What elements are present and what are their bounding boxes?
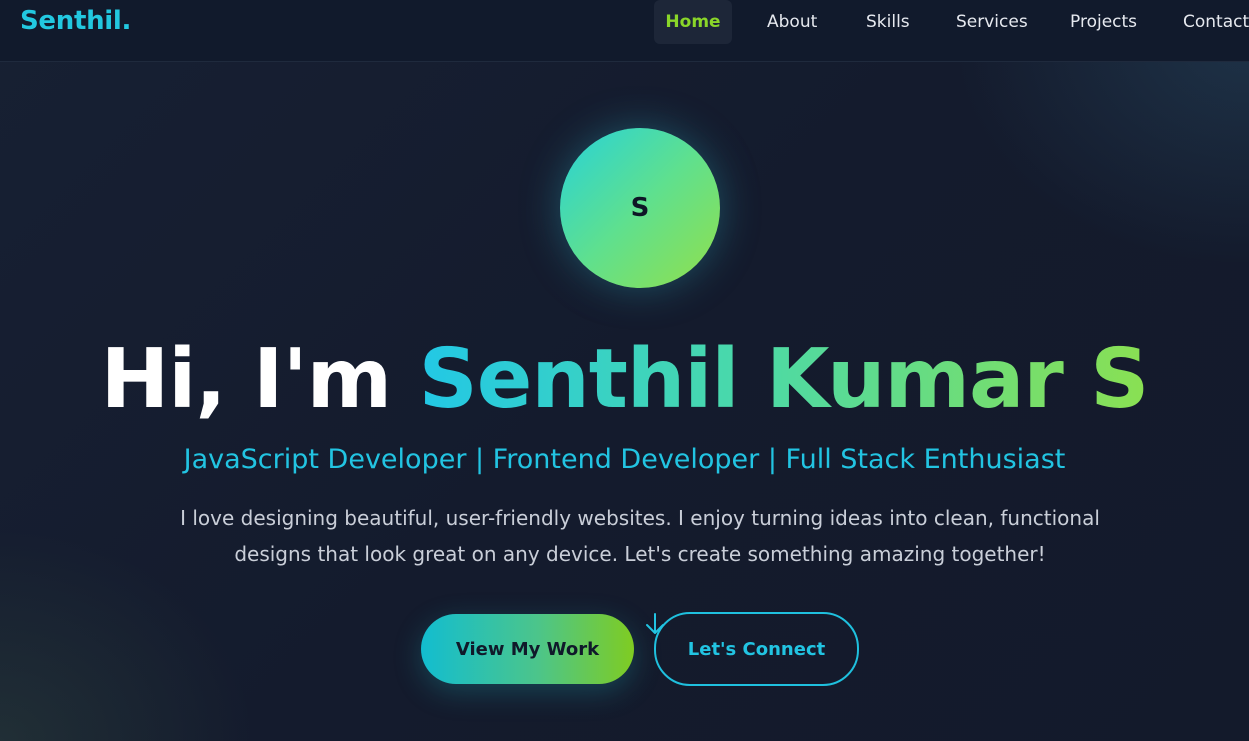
navbar: Senthil. Home About Skills Services Proj… [0,0,1249,62]
hero-name: Senthil Kumar S [418,332,1150,427]
nav-link-about[interactable]: About [767,0,817,44]
nav-link-home[interactable]: Home [654,0,732,44]
view-my-work-button[interactable]: View My Work [421,614,634,684]
avatar-initial: S [630,193,650,223]
hero-bio: I love designing beautiful, user-friendl… [180,506,1100,566]
arrow-down-icon[interactable] [644,612,666,636]
hero-greeting: Hi, I'm [100,332,419,427]
nav-link-projects[interactable]: Projects [1070,0,1137,44]
nav-link-services[interactable]: Services [956,0,1028,44]
hero-subtitle: JavaScript Developer | Frontend Develope… [183,444,1066,475]
avatar: S [560,128,720,288]
lets-connect-button[interactable]: Let's Connect [654,612,859,686]
portfolio-page: Senthil. Home About Skills Services Proj… [0,0,1249,741]
hero-headline: Hi, I'm Senthil Kumar S [0,330,1249,430]
site-logo[interactable]: Senthil. [20,6,131,36]
nav-link-contact[interactable]: Contact [1183,0,1249,44]
nav-link-skills[interactable]: Skills [866,0,910,44]
